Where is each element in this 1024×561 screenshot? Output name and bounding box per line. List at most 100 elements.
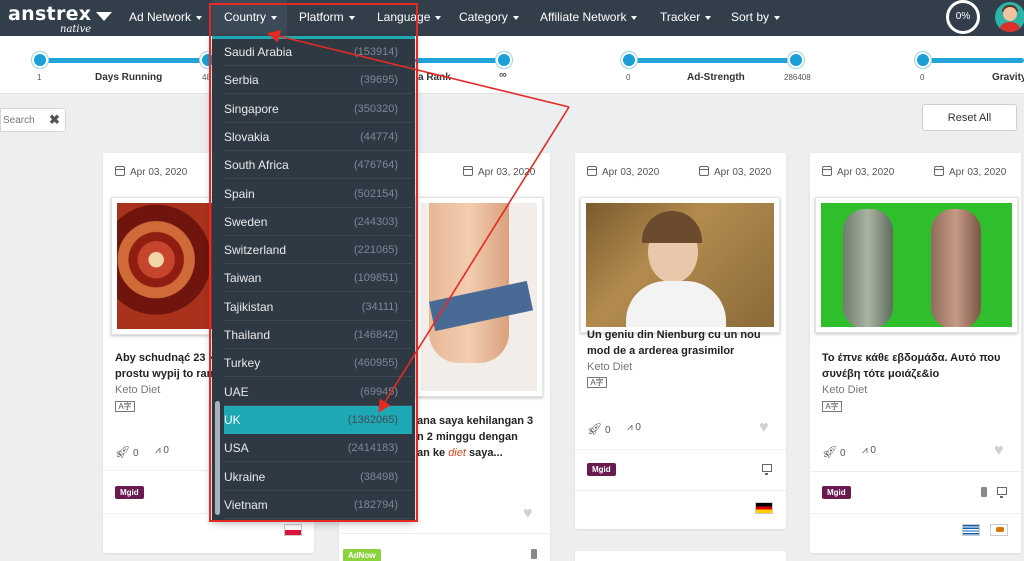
country-option[interactable]: Turkey (460955) xyxy=(224,349,412,378)
cyprus-flag-icon xyxy=(990,524,1008,536)
card-title[interactable]: Un geniu din Nienburg cu un nou mod de a … xyxy=(587,327,777,359)
favorite-heart-icon[interactable]: ♥ xyxy=(523,505,533,523)
country-name: Vietnam xyxy=(224,497,268,512)
network-badge: Mgid xyxy=(587,463,616,476)
search-input[interactable] xyxy=(3,112,43,128)
country-option[interactable]: UK (1362065) xyxy=(224,405,412,434)
network-badge: Mgid xyxy=(822,486,851,499)
country-name: Switzerland xyxy=(224,243,287,258)
country-option[interactable]: USA (2414183) xyxy=(224,434,412,463)
country-count: (146842) xyxy=(353,329,398,341)
ad-thumbnail[interactable] xyxy=(415,197,543,397)
country-option[interactable]: Switzerland (221065) xyxy=(224,236,412,265)
country-name: Sweden xyxy=(224,214,268,229)
top-nav-bar: anstrex native Ad Network Country Platfo… xyxy=(0,0,1024,36)
country-option[interactable]: Vietnam (182794) xyxy=(224,491,412,519)
country-name: Singapore xyxy=(224,101,279,116)
country-name: USA xyxy=(224,441,249,456)
nav-affiliate-network[interactable]: Affiliate Network xyxy=(540,0,638,36)
card-category: Keto Diet xyxy=(822,384,868,396)
ad-thumbnail[interactable] xyxy=(580,197,780,333)
card-date: Apr 03, 2020 xyxy=(699,166,771,178)
ad-card-next[interactable] xyxy=(575,551,786,561)
country-option[interactable]: Singapore (350320) xyxy=(224,95,412,123)
country-option[interactable]: Sweden (244303) xyxy=(224,208,412,236)
rank-max-handle[interactable] xyxy=(496,52,512,68)
days-running-min-handle[interactable] xyxy=(32,52,48,68)
progress-indicator[interactable]: 0% xyxy=(946,0,980,34)
clear-search-icon[interactable]: ✖ xyxy=(49,112,60,128)
country-name: Saudi Arabia xyxy=(224,45,293,59)
dropdown-scrollbar[interactable] xyxy=(215,401,220,515)
country-option[interactable]: Ukraine (38498) xyxy=(224,463,412,491)
nav-country[interactable]: Country xyxy=(212,0,287,36)
country-name: Ukraine xyxy=(224,469,266,484)
calendar-icon xyxy=(463,166,473,176)
country-option[interactable]: Serbia (39695) xyxy=(224,66,412,95)
country-count: (221065) xyxy=(353,244,398,257)
nav-tracker[interactable]: Tracker xyxy=(660,0,712,36)
chevron-down-icon xyxy=(435,15,442,20)
rocket-icon: 🚀︎ xyxy=(115,445,131,459)
network-badge: AdNow xyxy=(343,549,381,561)
country-option[interactable]: South Africa (476764) xyxy=(224,151,412,180)
mobile-device-icon xyxy=(531,549,537,559)
chevron-down-icon xyxy=(196,15,203,20)
desktop-device-icon xyxy=(762,464,772,475)
greece-flag-icon xyxy=(962,524,980,536)
days-running-track[interactable] xyxy=(38,58,212,63)
cyprus-map-shape xyxy=(996,527,1004,532)
desktop-device-icon xyxy=(997,487,1007,498)
country-option[interactable]: Tajikistan (34111) xyxy=(224,293,412,321)
scientist-image xyxy=(586,203,774,327)
country-option[interactable]: Taiwan (109851) xyxy=(224,264,412,293)
nav-sort-by[interactable]: Sort by xyxy=(731,0,781,36)
country-count: (182794) xyxy=(353,498,398,511)
anatomy-image xyxy=(821,203,1012,327)
country-option[interactable]: Spain (502154) xyxy=(224,180,412,208)
nav-category[interactable]: Category xyxy=(459,0,519,36)
rocket-icon: 🚀︎ xyxy=(587,422,603,436)
trend-stat: ⩘ 0 xyxy=(627,422,641,433)
trend-icon: ⩘ xyxy=(627,422,633,433)
country-count: (460955) xyxy=(353,357,398,370)
user-avatar[interactable] xyxy=(995,2,1024,32)
calendar-icon xyxy=(822,166,832,176)
reset-all-button[interactable]: Reset All xyxy=(922,104,1017,131)
days-running-min-value: 1 xyxy=(37,73,42,82)
card-divider xyxy=(339,533,550,534)
ad-card[interactable]: Apr 03, 2020 Apr 03, 2020 Un geniu din N… xyxy=(575,153,786,529)
card-title[interactable]: Aby schudnąć 23 k prostu wypij to ran xyxy=(115,350,220,382)
card-title[interactable]: ana saya kehilangan 3n 2 minggu dengan an… xyxy=(417,413,547,461)
ad-card[interactable]: Apr 03, 2020 Apr 03, 2020 Το έπνε κάθε ε… xyxy=(810,153,1021,553)
country-option[interactable]: Saudi Arabia (153914) xyxy=(224,39,412,66)
card-date: Apr 03, 2020 xyxy=(115,166,187,178)
mobile-device-icon xyxy=(981,487,987,497)
country-option[interactable]: Thailand (146842) xyxy=(224,321,412,349)
nav-platform[interactable]: Platform xyxy=(299,0,355,36)
country-dropdown[interactable]: Saudi Arabia (153914) Serbia (39695) Singapo… xyxy=(212,36,415,520)
country-count: (38498) xyxy=(360,470,398,483)
country-option[interactable]: Slovakia (44774) xyxy=(224,123,412,151)
ad-strength-min-handle[interactable] xyxy=(621,52,637,68)
nav-language[interactable]: Language xyxy=(377,0,442,36)
card-category: Keto Diet xyxy=(587,361,633,373)
logo-triangle-icon xyxy=(96,12,112,21)
ad-strength-track[interactable] xyxy=(628,58,798,63)
chevron-down-icon xyxy=(774,15,781,20)
rank-track[interactable] xyxy=(415,58,507,63)
gravity-track[interactable] xyxy=(922,58,1024,63)
body-image xyxy=(421,203,537,391)
ad-thumbnail[interactable] xyxy=(111,197,221,335)
card-date: Apr 03, 2020 xyxy=(822,166,894,178)
card-title[interactable]: Το έπνε κάθε εβδομάδα. Αυτό που συνέβη τό… xyxy=(822,350,1017,382)
ad-strength-max-handle[interactable] xyxy=(788,52,804,68)
ad-thumbnail[interactable] xyxy=(815,197,1018,333)
favorite-heart-icon[interactable]: ♥ xyxy=(994,442,1004,460)
nav-ad-network[interactable]: Ad Network xyxy=(129,0,203,36)
country-option[interactable]: UAE (69945) xyxy=(224,378,412,406)
country-count: (34111) xyxy=(361,300,398,313)
favorite-heart-icon[interactable]: ♥ xyxy=(759,419,769,437)
gravity-min-handle[interactable] xyxy=(915,52,931,68)
anstrex-logo[interactable]: anstrex native xyxy=(8,3,112,35)
